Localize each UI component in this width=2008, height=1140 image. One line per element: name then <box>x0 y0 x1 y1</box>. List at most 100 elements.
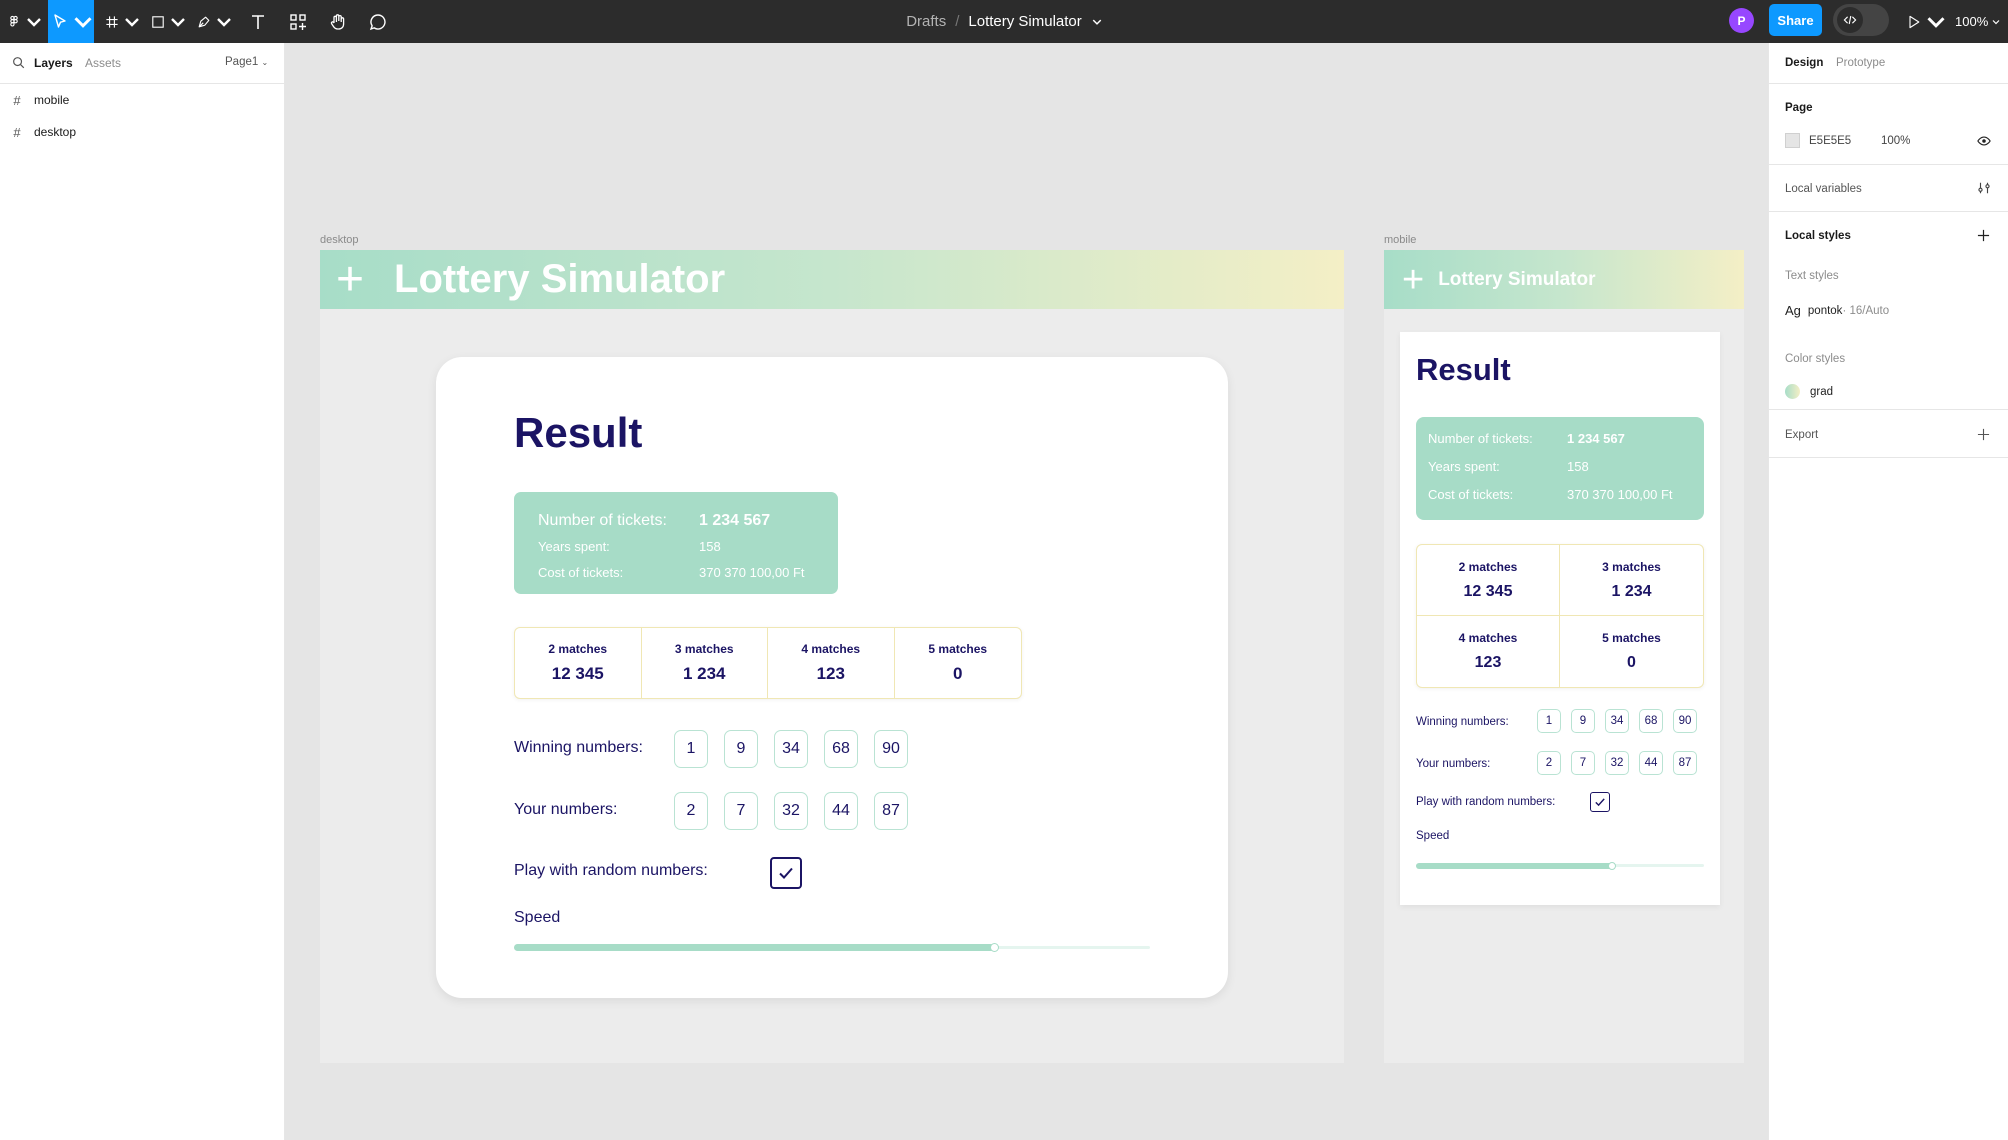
checkmark-icon <box>779 867 793 879</box>
mobile-frame[interactable]: + Lottery Simulator Result Number of tic… <box>1384 250 1744 1063</box>
breadcrumb-drafts[interactable]: Drafts <box>906 13 946 30</box>
export-label[interactable]: Export <box>1785 429 1818 441</box>
random-numbers-label: Play with random numbers: <box>514 862 708 879</box>
slider-fill <box>514 944 994 951</box>
stat-row-cost: Cost of tickets: 370 370 100,00 Ft <box>1428 487 1704 502</box>
plus-icon[interactable]: + <box>336 255 364 304</box>
stat-value: 1 234 567 <box>699 512 771 529</box>
slider-thumb[interactable] <box>1608 862 1616 870</box>
desktop-frame[interactable]: + Lottery Simulator Result Number of tic… <box>320 250 1344 1063</box>
number-input[interactable]: 32 <box>1605 751 1629 775</box>
tab-prototype[interactable]: Prototype <box>1836 57 1885 69</box>
slider-fill <box>1416 863 1612 869</box>
local-variables-label[interactable]: Local variables <box>1785 183 1862 195</box>
slider-thumb[interactable] <box>989 943 999 952</box>
stat-label: Years spent: <box>538 539 610 554</box>
color-style-item[interactable]: grad <box>1785 384 1833 399</box>
number-box: 1 <box>674 730 708 768</box>
number-input[interactable]: 87 <box>1673 751 1697 775</box>
result-title: Result <box>1416 352 1511 387</box>
number-input[interactable]: 7 <box>1571 751 1595 775</box>
sliders-icon[interactable] <box>1977 181 1991 195</box>
winning-numbers-label: Winning numbers: <box>1416 716 1509 728</box>
shape-tool-icon[interactable] <box>150 0 186 43</box>
stat-value: 1 234 567 <box>1567 431 1625 446</box>
move-tool-icon[interactable] <box>48 0 94 43</box>
match-cell: 3 matches 1 234 <box>1560 545 1703 616</box>
avatar[interactable]: P <box>1729 8 1754 33</box>
stat-row-years: Years spent: 158 <box>538 539 838 565</box>
text-tool-icon[interactable] <box>244 0 272 43</box>
frame-label-mobile[interactable]: mobile <box>1384 234 1416 246</box>
toolbar: Drafts / Lottery Simulator P Share 100% <box>0 0 2008 43</box>
random-numbers-checkbox[interactable] <box>1590 792 1610 812</box>
pen-tool-icon[interactable] <box>196 0 232 43</box>
export-section: Export <box>1769 410 2008 458</box>
resources-icon[interactable] <box>284 0 312 43</box>
app-title: Lottery Simulator <box>394 257 726 301</box>
stat-value: 158 <box>699 539 721 554</box>
number-input[interactable]: 2 <box>674 792 708 830</box>
layer-item-desktop[interactable]: # desktop <box>0 116 284 148</box>
stats-box: Number of tickets: 1 234 567 Years spent… <box>514 492 838 594</box>
layer-label: mobile <box>34 93 70 107</box>
page-color-value[interactable]: E5E5E5 <box>1809 135 1851 147</box>
frame-label-desktop[interactable]: desktop <box>320 234 359 246</box>
number-input[interactable]: 32 <box>774 792 808 830</box>
page-section: Page E5E5E5 100% <box>1769 84 2008 165</box>
number-box: 34 <box>1605 709 1629 733</box>
number-box: 90 <box>874 730 908 768</box>
page-select[interactable]: Page1 ⌄ <box>225 56 268 68</box>
speed-slider[interactable] <box>514 943 1150 953</box>
match-cell: 5 matches 0 <box>1560 616 1703 687</box>
page-color-swatch[interactable] <box>1785 133 1800 148</box>
text-style-item[interactable]: Ag pontok · 16/Auto <box>1785 303 1889 318</box>
comment-icon[interactable] <box>364 0 392 43</box>
match-value: 1 234 <box>682 664 726 683</box>
number-input[interactable]: 87 <box>874 792 908 830</box>
number-box: 68 <box>824 730 858 768</box>
result-title: Result <box>514 409 643 456</box>
plus-icon[interactable]: + <box>1402 261 1424 299</box>
number-input[interactable]: 44 <box>824 792 858 830</box>
match-label: 4 matches <box>1458 631 1518 645</box>
present-icon[interactable] <box>1906 0 1946 43</box>
app-title: Lottery Simulator <box>1438 268 1596 290</box>
layer-item-mobile[interactable]: # mobile <box>0 84 284 116</box>
match-cell: 4 matches 123 <box>1417 616 1560 687</box>
add-export-icon[interactable] <box>1977 428 1990 441</box>
match-cell: 4 matches 123 <box>768 628 895 698</box>
match-cell: 3 matches 1 234 <box>642 628 768 698</box>
design-panel: Design Prototype Page E5E5E5 100% Local … <box>1768 43 2008 1140</box>
matches-grid: 2 matches 12 345 3 matches 1 234 4 match… <box>1416 544 1704 688</box>
code-icon <box>1837 7 1863 33</box>
tab-layers[interactable]: Layers <box>34 56 73 70</box>
number-input[interactable]: 44 <box>1639 751 1663 775</box>
share-button[interactable]: Share <box>1769 4 1822 36</box>
tab-design[interactable]: Design <box>1785 57 1823 69</box>
stat-row-years: Years spent: 158 <box>1428 459 1704 487</box>
checkmark-icon <box>1595 798 1605 807</box>
match-value: 123 <box>816 664 845 683</box>
tab-assets[interactable]: Assets <box>85 56 121 70</box>
number-input[interactable]: 2 <box>1537 751 1561 775</box>
eye-icon[interactable] <box>1977 134 1991 148</box>
text-style-icon: Ag <box>1785 303 1801 318</box>
figma-menu-icon[interactable] <box>6 0 42 43</box>
frame-tool-icon[interactable] <box>104 0 140 43</box>
number-box: 9 <box>724 730 758 768</box>
match-label: 5 matches <box>928 642 988 656</box>
chevron-down-icon[interactable] <box>1092 17 1102 27</box>
file-name[interactable]: Lottery Simulator <box>968 13 1081 30</box>
speed-slider[interactable] <box>1416 862 1704 870</box>
panel-tabs: Layers Assets Page1 ⌄ <box>0 43 285 84</box>
hand-tool-icon[interactable] <box>324 0 352 43</box>
random-numbers-checkbox[interactable] <box>770 857 802 889</box>
number-box: 68 <box>1639 709 1663 733</box>
add-style-icon[interactable] <box>1977 229 1990 242</box>
dev-mode-toggle[interactable] <box>1833 4 1889 36</box>
number-input[interactable]: 7 <box>724 792 758 830</box>
page-opacity[interactable]: 100% <box>1881 135 1910 147</box>
search-icon[interactable] <box>12 56 25 69</box>
zoom-level[interactable]: 100% <box>1955 0 2000 43</box>
